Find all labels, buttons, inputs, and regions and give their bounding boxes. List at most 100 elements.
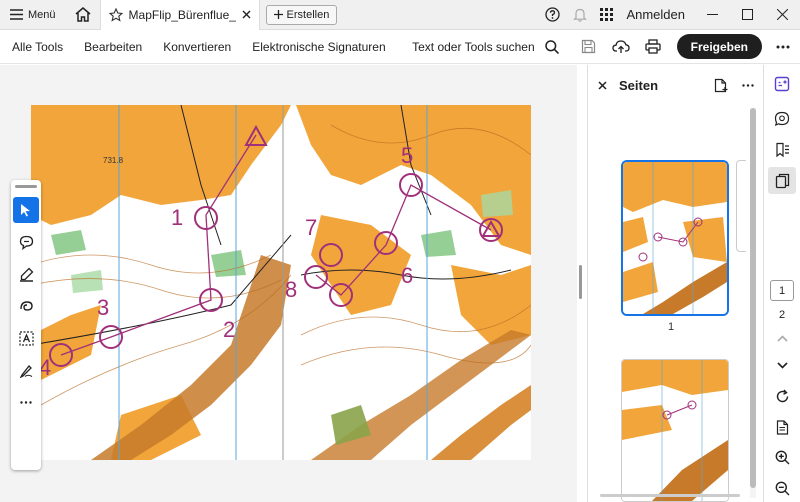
apps-grid-icon xyxy=(600,8,614,21)
control-number-1: 1 xyxy=(171,205,183,230)
control-number-6: 6 xyxy=(401,263,413,288)
printer-icon xyxy=(644,39,661,54)
menu-button[interactable]: Menü xyxy=(0,0,66,30)
rotate-icon xyxy=(776,389,788,402)
home-button[interactable] xyxy=(66,0,100,30)
draw-tool-button[interactable] xyxy=(13,293,39,319)
highlighter-icon xyxy=(19,267,33,282)
search-button[interactable] xyxy=(541,30,563,64)
cloud-upload-icon xyxy=(611,40,630,53)
bookmark-list-icon xyxy=(776,142,789,158)
create-button[interactable]: Erstellen xyxy=(265,4,338,25)
upload-button[interactable] xyxy=(605,30,637,64)
save-icon xyxy=(582,39,596,54)
page-thumbnail-2-partial[interactable] xyxy=(736,160,746,252)
close-icon xyxy=(777,9,788,20)
maximize-icon xyxy=(742,9,753,20)
drag-handle[interactable] xyxy=(15,185,37,188)
chevron-down-icon xyxy=(776,362,788,369)
more-horizontal-icon xyxy=(20,400,32,404)
bell-icon xyxy=(572,8,587,22)
help-icon xyxy=(545,7,561,22)
title-bar: Menü MapFlip_Bürenflue_... Erstellen Anm… xyxy=(0,0,800,30)
comment-search-icon xyxy=(774,112,790,127)
thumbnail-image xyxy=(622,360,728,501)
text-select-tool-button[interactable] xyxy=(13,325,39,351)
minimize-button[interactable] xyxy=(695,0,730,30)
scrollbar-thumb[interactable] xyxy=(750,108,756,488)
page-view-button[interactable] xyxy=(768,414,796,441)
minimize-icon xyxy=(707,14,718,15)
create-label: Erstellen xyxy=(286,8,330,21)
sign-in-button[interactable]: Anmelden xyxy=(620,7,695,22)
elevation-label: 731.8 xyxy=(103,156,124,165)
document-tab[interactable]: MapFlip_Bürenflue_... xyxy=(99,0,260,30)
quick-tools-bar xyxy=(11,180,41,470)
orienteering-map: 1 2 3 4 5 6 7 8 731.8 xyxy=(31,105,531,460)
pages-panel-button[interactable] xyxy=(768,167,796,195)
search-icon xyxy=(544,39,559,54)
panel-horizontal-scrollbar[interactable] xyxy=(600,494,740,497)
more-horizontal-icon[interactable] xyxy=(742,83,754,87)
freehand-draw-icon xyxy=(19,300,33,311)
menu-convert[interactable]: Konvertieren xyxy=(151,40,240,54)
rotate-button[interactable] xyxy=(768,383,796,410)
text-box-icon xyxy=(18,330,34,346)
select-tool-button[interactable] xyxy=(13,197,39,223)
document-icon xyxy=(776,419,788,435)
star-icon[interactable] xyxy=(108,7,123,22)
document-viewer[interactable]: 1 2 3 4 5 6 7 8 731.8 xyxy=(0,65,577,502)
control-number-2: 2 xyxy=(223,317,235,342)
pages-panel-title: Seiten xyxy=(619,77,659,93)
tab-title: MapFlip_Bürenflue_... xyxy=(128,7,236,22)
panel-vertical-scrollbar[interactable] xyxy=(750,108,756,498)
home-icon xyxy=(75,7,91,22)
panel-resize-handle[interactable] xyxy=(579,265,582,299)
zoom-in-icon xyxy=(775,450,789,465)
maximize-button[interactable] xyxy=(730,0,765,30)
thumbnail-image xyxy=(623,162,727,314)
print-button[interactable] xyxy=(637,30,669,64)
right-rail: 1 2 xyxy=(763,65,800,502)
share-button[interactable]: Freigeben xyxy=(676,34,762,59)
help-button[interactable] xyxy=(539,0,566,30)
zoom-out-icon xyxy=(775,481,789,496)
save-button[interactable] xyxy=(573,30,605,64)
menu-edit[interactable]: Bearbeiten xyxy=(72,40,151,54)
app-toolbar: Alle Tools Bearbeiten Konvertieren Elekt… xyxy=(0,30,800,64)
search-tools-label[interactable]: Text oder Tools suchen xyxy=(412,40,541,54)
insert-page-icon[interactable] xyxy=(713,78,728,93)
more-tools-button[interactable] xyxy=(13,389,39,415)
page-thumbnail-2[interactable] xyxy=(621,359,729,502)
pages-panel: Seiten 1 xyxy=(587,65,762,502)
plus-icon xyxy=(273,10,283,19)
page-thumbnail-1[interactable] xyxy=(621,160,729,316)
zoom-out-button[interactable] xyxy=(768,475,796,502)
menu-all-tools[interactable]: Alle Tools xyxy=(0,40,72,54)
bookmarks-panel-button[interactable] xyxy=(768,137,796,164)
close-window-button[interactable] xyxy=(765,0,800,30)
control-number-7: 7 xyxy=(305,215,317,240)
comments-panel-button[interactable] xyxy=(768,106,796,133)
close-panel-icon[interactable] xyxy=(598,80,607,90)
more-options-button[interactable] xyxy=(770,30,796,64)
cursor-icon xyxy=(21,204,30,217)
close-tab-icon[interactable] xyxy=(242,10,251,19)
menu-label: Menü xyxy=(28,8,56,21)
current-page-input[interactable]: 1 xyxy=(770,280,794,302)
sign-tool-button[interactable] xyxy=(13,357,39,383)
comment-icon xyxy=(19,235,33,250)
highlight-tool-button[interactable] xyxy=(13,261,39,287)
next-page-button[interactable] xyxy=(768,352,796,379)
zoom-in-button[interactable] xyxy=(768,444,796,471)
previous-page-button[interactable] xyxy=(768,325,796,352)
notifications-button[interactable] xyxy=(566,0,593,30)
pages-panel-header: Seiten xyxy=(588,65,762,105)
pdf-page[interactable]: 1 2 3 4 5 6 7 8 731.8 xyxy=(31,105,531,460)
menu-e-signatures[interactable]: Elektronische Signaturen xyxy=(240,40,394,54)
ai-assistant-button[interactable] xyxy=(768,71,796,98)
comment-tool-button[interactable] xyxy=(13,229,39,255)
more-horizontal-icon xyxy=(776,45,790,48)
apps-button[interactable] xyxy=(593,0,620,30)
page-thumbnail-label-1: 1 xyxy=(668,321,675,333)
